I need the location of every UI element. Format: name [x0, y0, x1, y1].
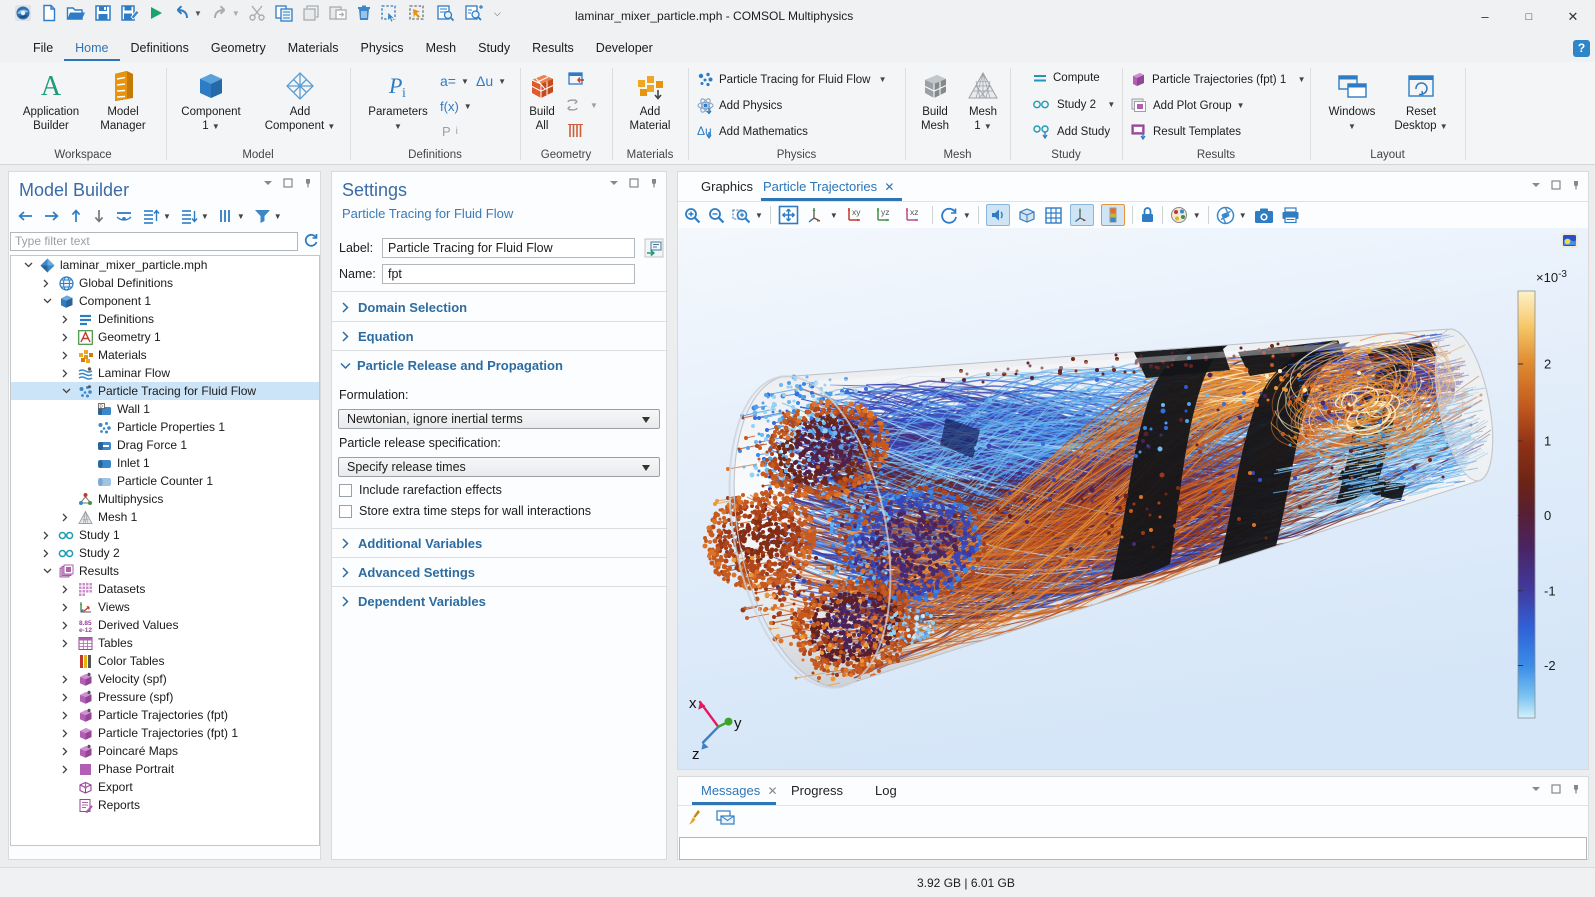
svg-text:i: i — [402, 86, 406, 101]
svg-text:yz: yz — [881, 207, 890, 217]
svg-text:1: 1 — [1544, 434, 1551, 449]
svg-text:P: P — [388, 73, 402, 98]
svg-text:xy: xy — [852, 207, 861, 217]
svg-text:2: 2 — [1544, 357, 1551, 372]
svg-text:8.85: 8.85 — [79, 620, 92, 627]
svg-text:z: z — [692, 746, 700, 763]
svg-text:-1: -1 — [1544, 583, 1556, 598]
svg-text:A: A — [41, 71, 62, 102]
svg-text:0: 0 — [1544, 508, 1551, 523]
svg-text:x: x — [689, 695, 697, 712]
svg-text:y: y — [734, 715, 742, 732]
svg-text:xz: xz — [910, 207, 919, 217]
svg-text:-2: -2 — [1544, 658, 1556, 673]
svg-text:e-12: e-12 — [79, 627, 92, 633]
